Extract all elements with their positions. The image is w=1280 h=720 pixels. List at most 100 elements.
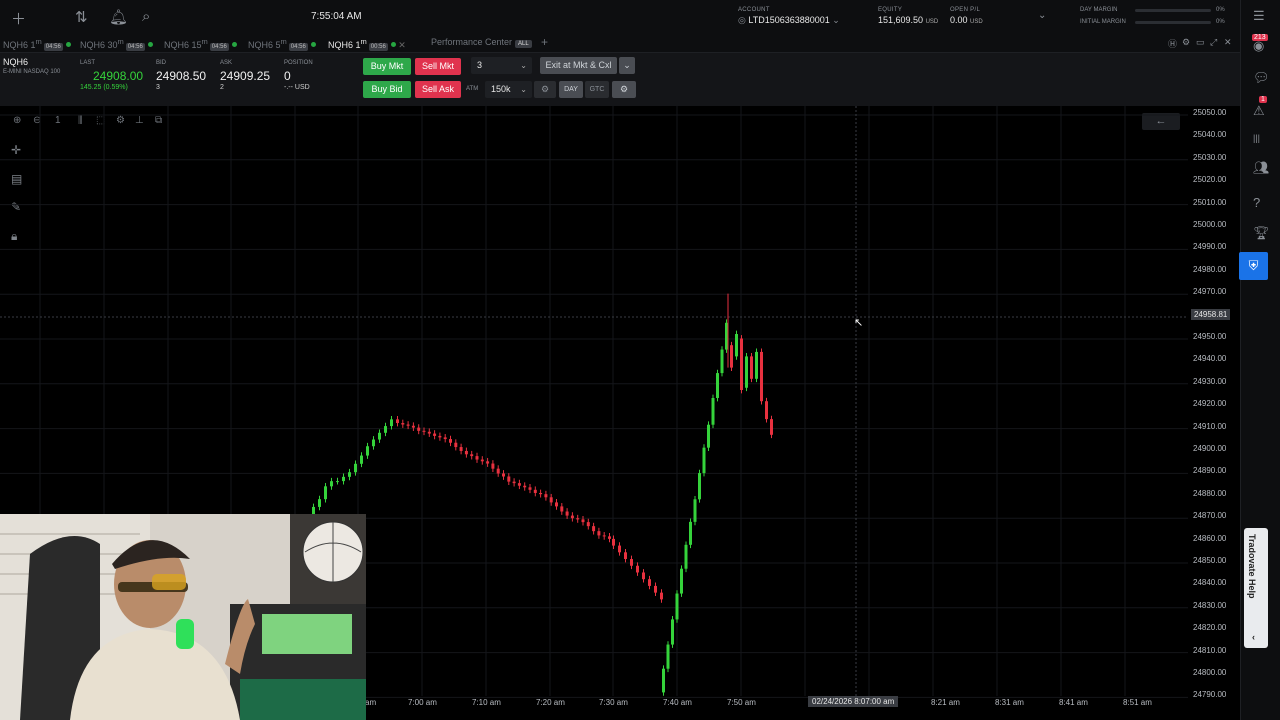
gtc-button[interactable]: GTC: [585, 81, 609, 98]
tab-performance-center[interactable]: Performance Center ALL: [431, 37, 532, 47]
sell-ask-button[interactable]: Sell Ask: [415, 81, 461, 98]
symbol[interactable]: NQH6: [3, 57, 28, 67]
account-icon: ◎: [738, 15, 746, 25]
candle-body: [721, 350, 724, 374]
warning-icon[interactable]: ⚠: [1253, 103, 1265, 119]
chat-icon[interactable]: 💬︎: [1253, 70, 1270, 86]
day-margin-label: DAY MARGIN: [1080, 7, 1117, 13]
price-tick: 24820.00: [1193, 623, 1226, 632]
candle-body: [348, 472, 351, 477]
popout-icon[interactable]: ⤢: [1210, 37, 1217, 48]
community-icon[interactable]: 👥︎: [1253, 160, 1270, 176]
trophy-icon[interactable]: 🏆︎: [1253, 225, 1270, 241]
buy-bid-button[interactable]: Buy Bid: [363, 81, 411, 98]
live-dot-icon: [66, 42, 71, 47]
chevron-down-icon[interactable]: ⌄: [619, 57, 635, 74]
tab-nqh6-15m[interactable]: NQH6 15m04:56: [164, 37, 237, 50]
candle-body: [491, 464, 494, 469]
candle-body: [444, 437, 447, 439]
crosshair-price: 24958.81: [1191, 309, 1230, 320]
tab-time: 04:56: [44, 43, 63, 51]
chevron-down-icon: ⌄: [832, 15, 840, 25]
price-tick: 24810.00: [1193, 646, 1226, 655]
tab-nqh6-1m-active[interactable]: NQH6 1m00:56 ✕: [328, 37, 406, 51]
search-icon[interactable]: ⌕: [142, 8, 150, 25]
candle-body: [470, 454, 473, 456]
candle-body: [671, 619, 674, 644]
time-tick: 8:21 am: [931, 698, 960, 707]
chevron-down-icon[interactable]: ⌄: [1038, 10, 1046, 21]
restore-icon[interactable]: ▭: [1196, 37, 1205, 48]
candle-body: [523, 486, 526, 488]
sell-mkt-button[interactable]: Sell Mkt: [415, 58, 461, 75]
bid-price: 24908.50: [156, 69, 206, 83]
help-tab[interactable]: Tradovate Help ‹: [1244, 528, 1268, 648]
price-tick: 24870.00: [1193, 511, 1226, 520]
exit-at-mkt-button[interactable]: Exit at Mkt & Cxl: [540, 57, 617, 74]
tab-time: 00:56: [369, 43, 388, 51]
candle-body: [612, 539, 615, 546]
tab-nqh6-1m[interactable]: NQH6 1m04:56: [3, 37, 71, 50]
gear-icon[interactable]: ⚙: [612, 81, 636, 98]
close-icon[interactable]: ✕: [1224, 37, 1232, 48]
candle-body: [648, 579, 651, 586]
candle-body: [390, 419, 393, 426]
candle-body: [765, 401, 768, 419]
atm-select[interactable]: 150k ⌄: [485, 81, 532, 98]
columns-icon[interactable]: |||: [1253, 133, 1260, 143]
close-icon[interactable]: ✕: [398, 40, 406, 50]
shield-icon[interactable]: ⛨: [1239, 252, 1268, 280]
add-icon[interactable]: ＋: [11, 8, 26, 29]
gear-icon[interactable]: ⚙: [1182, 37, 1190, 48]
candle-body: [740, 338, 743, 390]
candle-body: [401, 423, 404, 424]
candle-body: [417, 428, 420, 431]
account-selector[interactable]: ACCOUNT ◎ LTD1506363880001 ⌄: [738, 7, 840, 26]
buy-mkt-button[interactable]: Buy Mkt: [363, 58, 411, 75]
candle-body: [518, 483, 521, 486]
price-tick: 25000.00: [1193, 220, 1226, 229]
equity-label: EQUITY: [878, 7, 938, 13]
equity-value: 151,609.50: [878, 15, 923, 25]
initial-margin-pct: 0%: [1216, 19, 1225, 25]
layout-icon[interactable]: Ⓗ: [1168, 37, 1177, 50]
menu-icon[interactable]: ☰: [1253, 8, 1265, 24]
transfer-icon[interactable]: ⇅: [75, 8, 88, 26]
equity-currency: USD: [926, 19, 939, 25]
price-tick: 24930.00: [1193, 377, 1226, 386]
candle-body: [735, 334, 738, 356]
tab-nqh6-5m[interactable]: NQH6 5m04:56: [248, 37, 316, 50]
chart-tabs: NQH6 1m04:56 NQH6 30m04:56 NQH6 15m04:56…: [0, 34, 1240, 53]
add-tab-icon[interactable]: +: [541, 35, 548, 49]
candle-body: [396, 419, 399, 423]
candle-body: [330, 481, 333, 486]
chevron-down-icon: ⌄: [520, 81, 527, 98]
candle-body: [384, 426, 387, 433]
open-pl-label: OPEN P/L: [950, 7, 983, 13]
candle-body: [755, 352, 758, 379]
help-icon[interactable]: ?: [1253, 195, 1260, 210]
live-dot-icon: [391, 42, 396, 47]
quantity-select[interactable]: 3 ⌄: [471, 57, 532, 74]
bell-icon[interactable]: 🔔︎: [109, 8, 128, 26]
price-tick: 24920.00: [1193, 399, 1226, 408]
gear-icon[interactable]: ⚙: [534, 81, 556, 98]
candle-body: [342, 477, 345, 481]
candle-body: [465, 451, 468, 454]
day-button[interactable]: DAY: [559, 81, 583, 98]
price-tick: 24840.00: [1193, 578, 1226, 587]
tab-nqh6-30m[interactable]: NQH6 30m04:56: [80, 37, 153, 50]
candle-body: [716, 373, 719, 398]
price-tick: 24900.00: [1193, 444, 1226, 453]
time-tick: 8:31 am: [995, 698, 1024, 707]
price-tick: 25040.00: [1193, 130, 1226, 139]
candle-body: [502, 473, 505, 476]
price-tick: 24990.00: [1193, 242, 1226, 251]
order-bar: NQH6 E-MINI NASDAQ 100 LAST 24908.00 145…: [0, 53, 1240, 106]
price-tick: 25050.00: [1193, 108, 1226, 117]
price-tick: 24970.00: [1193, 287, 1226, 296]
tab-label: NQH6 1: [3, 40, 36, 50]
tab-label: NQH6 1: [328, 40, 361, 50]
position-value: 0: [284, 69, 291, 83]
candle-body: [534, 490, 537, 493]
